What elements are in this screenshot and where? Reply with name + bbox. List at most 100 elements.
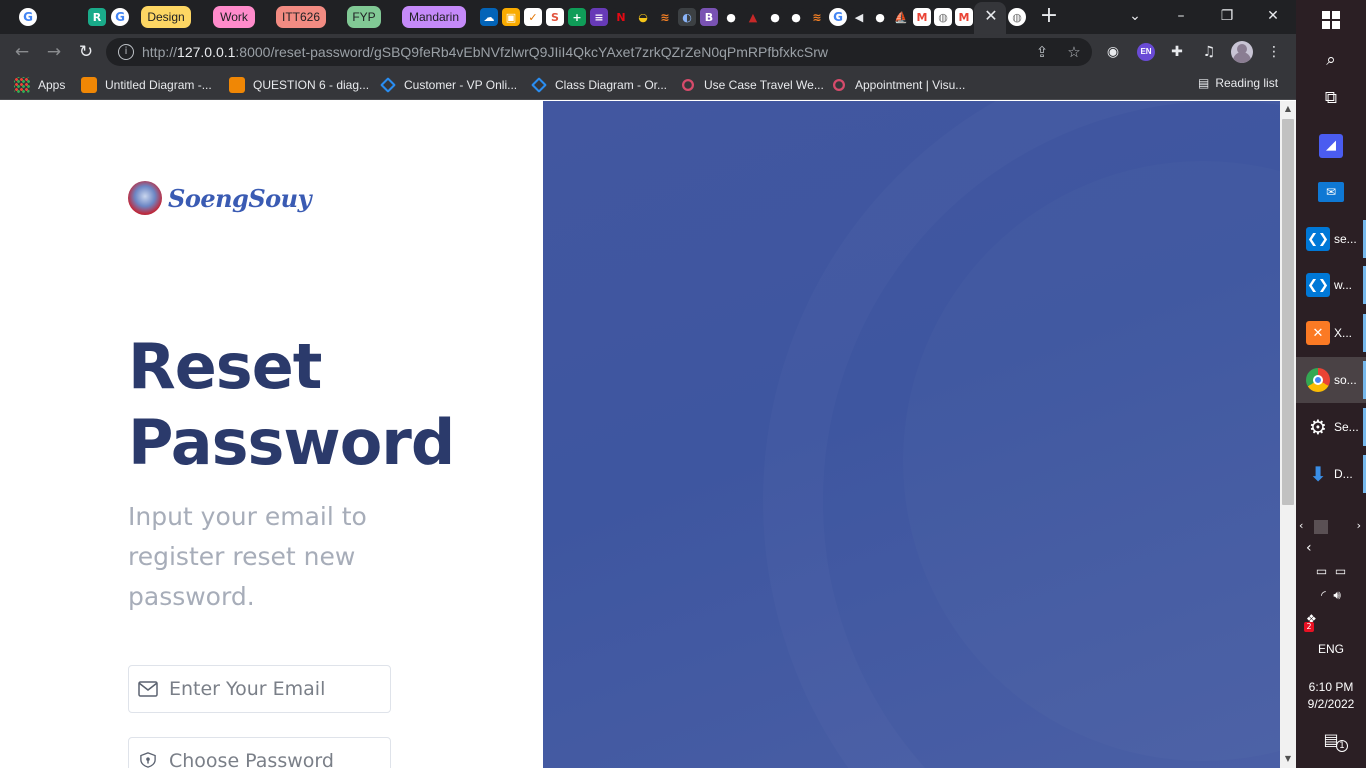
scrollbar-thumb[interactable]: [1282, 119, 1294, 505]
bookmark-class-diagram[interactable]: Class Diagram - Or...: [531, 76, 667, 94]
globe-tab-icon[interactable]: ◍: [1008, 8, 1026, 26]
start-button[interactable]: [1296, 8, 1366, 32]
taskbar-app-vscode-1[interactable]: ❮❯ se...: [1296, 216, 1366, 262]
new-tab-button[interactable]: +: [1038, 5, 1060, 28]
tab-group-design[interactable]: Design: [141, 6, 191, 28]
password-field[interactable]: [128, 737, 391, 768]
gmail-tab-icon[interactable]: M: [955, 8, 973, 26]
tab-group-itt626[interactable]: ITT626: [276, 6, 326, 28]
scroll-left-arrow[interactable]: ‹: [1299, 519, 1303, 532]
bookmark-untitled-diagram[interactable]: Untitled Diagram -...: [81, 76, 212, 94]
site-info-icon[interactable]: i: [118, 44, 134, 60]
taskbar-app-vscode-2[interactable]: ❮❯ w...: [1296, 262, 1366, 308]
sheets-tab-icon[interactable]: +: [568, 8, 586, 26]
visual-paradigm-icon: [682, 79, 694, 91]
slides-tab-icon[interactable]: ▣: [502, 8, 520, 26]
close-tab-icon[interactable]: ✕: [982, 7, 1000, 25]
bookmark-question-6[interactable]: QUESTION 6 - diag...: [229, 76, 369, 94]
dropbox-icon[interactable]: ❖ 2: [1296, 612, 1366, 632]
battery-icon[interactable]: ▭: [1335, 564, 1346, 578]
clock-date[interactable]: 9/2/2022: [1296, 697, 1366, 711]
media-control-icon[interactable]: ♫: [1198, 41, 1220, 63]
google-tab-icon[interactable]: [19, 8, 37, 26]
taskbar-app-chrome[interactable]: so...: [1296, 357, 1366, 403]
weather-tab-icon[interactable]: ◒: [634, 8, 652, 26]
reading-list-button[interactable]: ▤ Reading list: [1198, 76, 1278, 90]
r-app-tab-icon[interactable]: R: [88, 8, 106, 26]
scroll-up-arrow[interactable]: ▲: [1283, 104, 1293, 114]
stackoverflow-tab-icon[interactable]: ≋: [808, 8, 826, 26]
bootstrap-tab-icon[interactable]: B: [700, 8, 718, 26]
taskbar-app-downloads[interactable]: ⬇ D...: [1296, 451, 1366, 497]
minimize-button[interactable]: –: [1166, 4, 1196, 28]
taskbar-scroll-thumb[interactable]: [1314, 520, 1328, 534]
bookmark-use-case[interactable]: Use Case Travel We...: [680, 76, 824, 94]
password-input[interactable]: [169, 746, 379, 768]
clock-time[interactable]: 6:10 PM: [1296, 680, 1366, 694]
pinned-app-icon[interactable]: ◢: [1296, 134, 1366, 158]
volume-icon[interactable]: 🔊︎: [1333, 588, 1341, 602]
forms-tab-icon[interactable]: ✓: [524, 8, 542, 26]
github-tab-icon[interactable]: ●: [787, 8, 805, 26]
github-tab-icon[interactable]: ●: [766, 8, 784, 26]
mail-app-icon[interactable]: ✉: [1296, 182, 1366, 202]
email-field[interactable]: [128, 665, 391, 713]
brand-name: SoengSouy: [168, 183, 312, 213]
page-scrollbar[interactable]: ▲ ▼: [1280, 101, 1296, 768]
bookmark-apps[interactable]: Apps: [14, 76, 65, 94]
address-bar[interactable]: i http://127.0.0.1:8000/reset-password/g…: [106, 38, 1092, 66]
close-window-button[interactable]: ✕: [1258, 4, 1288, 28]
brand-logo[interactable]: SoengSouy: [128, 181, 312, 215]
bookmark-star-icon[interactable]: ☆: [1064, 42, 1084, 62]
bookmark-label: Customer - VP Onli...: [404, 78, 518, 92]
email-input[interactable]: [169, 674, 379, 704]
restore-button[interactable]: ❐: [1212, 4, 1242, 28]
netflix-tab-icon[interactable]: N: [612, 8, 630, 26]
forms-list-tab-icon[interactable]: ≡: [590, 8, 608, 26]
vscode-icon: ❮❯: [1306, 227, 1330, 251]
scroll-down-arrow[interactable]: ▼: [1283, 754, 1293, 764]
notification-count: 1: [1336, 740, 1348, 752]
wifi-icon[interactable]: ◜: [1321, 588, 1326, 602]
taskbar-app-label: se...: [1334, 232, 1357, 246]
bookmark-customer-vp[interactable]: Customer - VP Onli...: [380, 76, 517, 94]
audio-playing-icon[interactable]: ◀: [850, 8, 868, 26]
language-extension-badge[interactable]: EN: [1137, 43, 1155, 61]
action-center-icon[interactable]: ▤ 1: [1296, 730, 1366, 752]
github-tab-icon[interactable]: ●: [722, 8, 740, 26]
taskbar-scroll[interactable]: ‹ ›: [1296, 518, 1366, 536]
stackoverflow-tab-icon[interactable]: ≋: [656, 8, 674, 26]
tab-search-icon[interactable]: ⌄: [1120, 4, 1150, 28]
input-language[interactable]: ENG: [1296, 642, 1366, 656]
search-icon[interactable]: ⌕: [1296, 50, 1366, 70]
scroll-right-arrow[interactable]: ›: [1357, 519, 1361, 532]
extension-icon[interactable]: ◉: [1102, 41, 1124, 63]
tab-group-work[interactable]: Work: [213, 6, 255, 28]
reload-button[interactable]: ↻: [74, 40, 98, 64]
task-view-icon[interactable]: ⧉: [1296, 88, 1366, 108]
forward-button[interactable]: →: [42, 40, 66, 64]
onedrive-tab-icon[interactable]: ☁: [480, 8, 498, 26]
scribd-tab-icon[interactable]: S: [546, 8, 564, 26]
globe-tab-icon[interactable]: ◍: [934, 8, 952, 26]
app-tab-icon[interactable]: ▲: [744, 8, 762, 26]
app-tab-icon[interactable]: ⛵: [892, 8, 910, 26]
tab-group-fyp[interactable]: FYP: [347, 6, 381, 28]
meet-now-icon[interactable]: ▭: [1316, 564, 1327, 578]
extensions-puzzle-icon[interactable]: ✚: [1166, 41, 1188, 63]
chrome-menu-icon[interactable]: ⋮: [1263, 41, 1285, 63]
show-hidden-icons-chevron[interactable]: ‹: [1296, 540, 1366, 556]
github-tab-icon[interactable]: ●: [871, 8, 889, 26]
profile-avatar[interactable]: [1231, 41, 1253, 63]
share-icon[interactable]: ⇪: [1032, 42, 1052, 62]
url-text[interactable]: http://127.0.0.1:8000/reset-password/gSB…: [142, 44, 828, 60]
taskbar-app-settings[interactable]: ⚙ Se...: [1296, 404, 1366, 450]
app-tab-icon[interactable]: ◐: [678, 8, 696, 26]
google-tab-icon[interactable]: [829, 8, 847, 26]
google-tab-icon[interactable]: [111, 8, 129, 26]
back-button[interactable]: ←: [10, 40, 34, 64]
taskbar-app-xampp[interactable]: ✕ X...: [1296, 310, 1366, 356]
tab-group-mandarin[interactable]: Mandarin: [402, 6, 466, 28]
bookmark-appointment[interactable]: Appointment | Visu...: [831, 76, 965, 94]
gmail-tab-icon[interactable]: M: [913, 8, 931, 26]
